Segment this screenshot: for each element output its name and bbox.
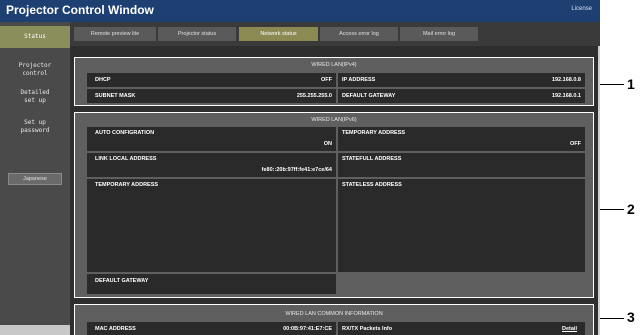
tab-access-error-log[interactable]: Access error log: [320, 27, 398, 41]
rx-tx-packets-cell: RX/TX Packets Info Detail: [338, 322, 585, 335]
auto-configuration-value: ON: [323, 141, 332, 147]
mac-address-cell: MAC ADDRESS 00:0B:97:41:E7:CE: [87, 322, 336, 335]
window-title: Projector Control Window: [6, 3, 154, 17]
ip-address-cell: IP ADDRESS 192.168.0.8: [338, 73, 585, 87]
auto-configuration-cell: AUTO CONFIGRATION ON: [87, 127, 336, 151]
temporary-address-right-label: TEMPORARY ADDRESS: [342, 130, 406, 136]
sidebar-item-projector-control[interactable]: Projector control: [0, 62, 70, 78]
sidebar-scrollbar[interactable]: [0, 325, 70, 335]
ipv4-panel-title: WIRED LAN(IPv4): [311, 62, 357, 68]
auto-configuration-label: AUTO CONFIGRATION: [95, 130, 155, 136]
dhcp-value: OFF: [321, 77, 332, 83]
link-local-address-label: LINK LOCAL ADDRESS: [95, 156, 157, 162]
subnet-mask-value: 255.255.255.0: [296, 93, 332, 99]
callout-number-2: 2: [627, 201, 635, 217]
stateless-address-cell: STATELESS ADDRESS: [338, 179, 585, 272]
callout-line-3: [600, 318, 624, 319]
callout-line-1: [600, 84, 624, 85]
stateless-address-label: STATELESS ADDRESS: [342, 182, 402, 188]
default-gateway-cell: DEFAULT GATEWAY 192.168.0.1: [338, 89, 585, 103]
link-local-address-value: fe80::20b:97ff:fe41:e7ce/64: [261, 167, 332, 173]
default-gateway-value: 192.168.0.1: [551, 93, 581, 99]
tab-mail-error-log[interactable]: Mail error log: [400, 27, 478, 41]
temporary-address-left-label: TEMPORARY ADDRESS: [95, 182, 159, 188]
dhcp-label: DHCP: [95, 77, 111, 83]
tab-remote-preview-lite[interactable]: Remote preview lite: [74, 27, 156, 41]
common-panel-title: WIRED LAN COMMON INFORMATION: [285, 311, 383, 317]
title-bar: Projector Control Window License: [0, 0, 600, 22]
mac-address-value: 00:0B:97:41:E7:CE: [283, 326, 332, 332]
statefull-address-cell: STATEFULL ADDRESS: [338, 153, 585, 177]
temporary-address-right-cell: TEMPORARY ADDRESS OFF: [338, 127, 585, 151]
network-status-content: WIRED LAN(IPv4) DHCP OFF IP ADDRESS 192.…: [70, 46, 600, 335]
subnet-mask-label: SUBNET MASK: [95, 93, 136, 99]
rx-tx-detail-link[interactable]: Detail: [562, 326, 577, 332]
license-link[interactable]: License: [571, 6, 592, 12]
sidebar-item-detailed-setup[interactable]: Detailed set up: [0, 89, 70, 105]
sidebar-item-status[interactable]: Status: [0, 26, 70, 48]
callout-number-3: 3: [627, 309, 635, 325]
sidebar-item-set-up-password[interactable]: Set up password: [0, 119, 70, 135]
temporary-address-right-value: OFF: [570, 141, 581, 147]
ipv6-panel-title: WIRED LAN(IPv6): [311, 117, 357, 123]
content-scrollbar[interactable]: [598, 46, 600, 335]
temporary-address-left-cell: TEMPORARY ADDRESS: [87, 179, 336, 272]
mac-address-label: MAC ADDRESS: [95, 326, 136, 332]
statefull-address-label: STATEFULL ADDRESS: [342, 156, 402, 162]
wired-lan-common-panel: WIRED LAN COMMON INFORMATION MAC ADDRESS…: [74, 304, 594, 335]
subnet-mask-cell: SUBNET MASK 255.255.255.0: [87, 89, 336, 103]
callout-number-1: 1: [627, 76, 635, 92]
projector-control-window: Projector Control Window License Status …: [0, 0, 600, 335]
default-gateway-label: DEFAULT GATEWAY: [342, 93, 396, 99]
callout-line-2: [600, 209, 624, 210]
tab-projector-status[interactable]: Projector status: [158, 27, 236, 41]
dhcp-cell: DHCP OFF: [87, 73, 336, 87]
rx-tx-packets-label: RX/TX Packets Info: [342, 326, 393, 332]
tab-bar: Remote preview lite Projector status Net…: [70, 22, 600, 46]
wired-lan-ipv4-panel: WIRED LAN(IPv4) DHCP OFF IP ADDRESS 192.…: [74, 57, 594, 106]
language-button[interactable]: Japanese: [8, 173, 62, 185]
ipv6-default-gateway-label: DEFAULT GATEWAY: [95, 278, 149, 284]
link-local-address-cell: LINK LOCAL ADDRESS fe80::20b:97ff:fe41:e…: [87, 153, 336, 177]
sidebar: Status Projector control Detailed set up…: [0, 22, 70, 335]
ipv6-default-gateway-cell: DEFAULT GATEWAY: [87, 274, 336, 294]
ip-address-label: IP ADDRESS: [342, 77, 376, 83]
wired-lan-ipv6-panel: WIRED LAN(IPv6) AUTO CONFIGRATION ON TEM…: [74, 112, 594, 298]
tab-network-status[interactable]: Network status: [239, 27, 318, 41]
ip-address-value: 192.168.0.8: [551, 77, 581, 83]
